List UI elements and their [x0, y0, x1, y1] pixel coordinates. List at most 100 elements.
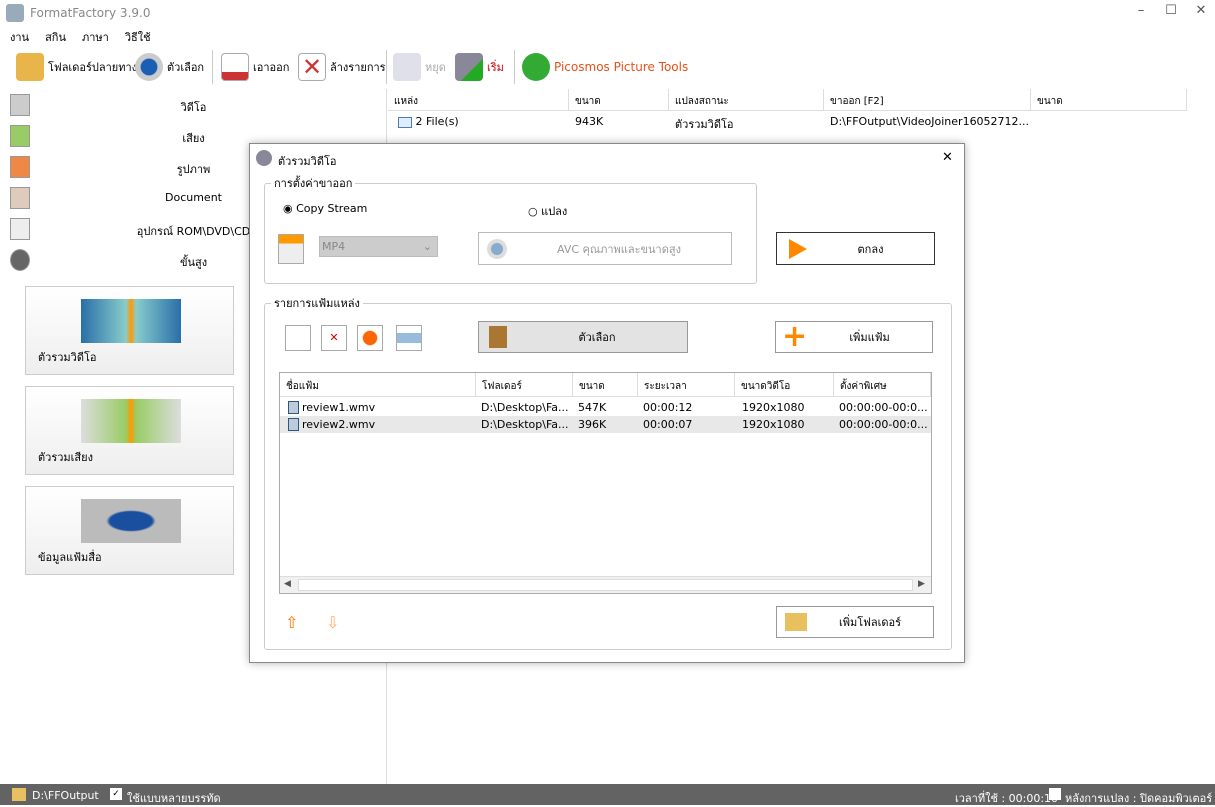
horizontal-scrollbar[interactable]: ◀ ▶ [280, 576, 931, 593]
cell-filename: review1.wmv [302, 401, 376, 414]
gear-icon [135, 53, 163, 81]
label: ตกลง [857, 242, 884, 256]
add-folder-icon [785, 613, 807, 631]
move-down-button[interactable]: ⇩ [326, 613, 339, 632]
label: Copy Stream [296, 202, 368, 215]
dialog-close-button[interactable]: ✕ [942, 150, 953, 165]
scroll-right-icon[interactable]: ▶ [918, 579, 925, 589]
toolbar: โฟลเดอร์ปลายทาง ตัวเลือก เอาออก ✕ ล้างราย… [0, 46, 1215, 88]
multithread-checkbox[interactable]: ✓ [110, 788, 122, 800]
label: ข้อมูลแฟ้มสื่อ [38, 551, 102, 564]
format-select[interactable]: MP4 ⌄ [319, 236, 438, 257]
file-row[interactable]: review1.wmv D:\Desktop\Fa... 547K 00:00:… [280, 399, 931, 416]
options-button[interactable]: ตัวเลือก [135, 50, 204, 84]
mp4-file-icon [278, 234, 304, 264]
info-button[interactable] [396, 325, 422, 351]
task-row[interactable]: 2 File(s) [392, 115, 459, 128]
cell-folder: D:\Desktop\Fa... [481, 418, 569, 431]
tile-audio-joiner[interactable]: ตัวรวมเสียง [25, 386, 234, 475]
col-size[interactable]: ขนาด [569, 89, 669, 111]
menu-language[interactable]: ภาษา [82, 28, 109, 46]
cell-special: 00:00:00-00:0... [839, 401, 928, 414]
cell-special: 00:00:00-00:0... [839, 418, 928, 431]
label: ตัวรวมวิดีโอ [38, 351, 97, 364]
video-joiner-dialog: ตัวรวมวิดีโอ ✕ การตั้งค่าขาออก ◉ Copy St… [249, 143, 965, 663]
app-title: FormatFactory 3.9.0 [30, 6, 151, 20]
minimize-button[interactable]: – [1126, 3, 1156, 23]
col-source[interactable]: แหล่ง [388, 89, 569, 111]
tile-media-info[interactable]: ข้อมูลแฟ้มสื่อ [25, 486, 234, 575]
format-value: MP4 [322, 240, 346, 253]
remove-file-button[interactable] [285, 325, 311, 351]
after-convert-label: หลังการแปลง : ปิดคอมพิวเตอร์ [1065, 792, 1213, 805]
col-filename[interactable]: ชื่อแฟ้ม [280, 373, 476, 397]
col-status[interactable]: แปลงสถานะ [669, 89, 824, 111]
stop-button[interactable]: หยุด [393, 50, 446, 84]
col-video-size[interactable]: ขนาดวิดีโอ [735, 373, 834, 397]
col-special[interactable]: ตั้งค่าพิเศษ [834, 373, 931, 397]
col-output[interactable]: ขาออก [F2] [824, 89, 1031, 111]
label: วิดีโอ [180, 101, 207, 114]
scroll-left-icon[interactable]: ◀ [284, 579, 291, 589]
col-size[interactable]: ขนาด [573, 373, 638, 397]
clear-list-button[interactable]: ✕ [321, 325, 347, 351]
picosmos-button[interactable]: Picosmos Picture Tools [522, 50, 688, 84]
maximize-button[interactable]: ☐ [1156, 3, 1186, 23]
label: เอาออก [253, 61, 290, 74]
col-output-size[interactable]: ขนาด [1031, 89, 1187, 111]
group-label: การตั้งค่าขาออก [274, 177, 353, 190]
file-row[interactable]: review2.wmv D:\Desktop\Fa... 396K 00:00:… [280, 416, 931, 433]
info-icon [81, 499, 181, 543]
plus-icon: + [782, 319, 808, 354]
separator [386, 50, 387, 84]
dialog-title: ตัวรวมวิดีโอ [278, 155, 337, 168]
output-folder-link[interactable]: D:\FFOutput [32, 789, 99, 802]
cell-size: 547K [578, 401, 607, 414]
cell-filename: review2.wmv [302, 418, 376, 431]
output-settings-group: การตั้งค่าขาออก [264, 174, 757, 284]
after-convert-checkbox[interactable] [1049, 788, 1061, 800]
profile-button[interactable]: AVC คุณภาพและขนาดสูง [478, 232, 732, 265]
status-bar: D:\FFOutput ✓ ใช้แบบหลายบรรทัด เวลาที่ใช… [0, 784, 1215, 805]
scrollbar-thumb[interactable] [298, 579, 913, 591]
copy-stream-radio[interactable]: ◉ Copy Stream [283, 202, 367, 215]
start-button[interactable]: เริ่ม [455, 50, 504, 84]
cell-size: 943K [575, 115, 604, 128]
ok-button[interactable]: ตกลง [776, 232, 935, 265]
category-video[interactable]: วิดีโอ [0, 89, 387, 120]
label: ตัวรวมเสียง [38, 451, 93, 464]
remove-file-icon [221, 53, 249, 81]
list-icon [398, 116, 412, 128]
clear-list-button[interactable]: ✕ ล้างรายการ [298, 50, 386, 84]
add-file-button[interactable]: + เพิ่มแฟ้ม [775, 321, 933, 353]
col-duration[interactable]: ระยะเวลา [638, 373, 735, 397]
move-up-button[interactable]: ⇧ [285, 613, 298, 632]
col-folder[interactable]: โฟลเดอร์ [476, 373, 573, 397]
label: เพิ่มโฟลเดอร์ [838, 616, 902, 629]
arrow-right-icon [789, 238, 807, 259]
cell-duration: 00:00:07 [643, 418, 693, 431]
folder-icon [16, 53, 44, 81]
close-button[interactable]: ✕ [1186, 3, 1215, 23]
group-label: รายการแฟ้มแหล่ง [274, 297, 360, 310]
tile-video-joiner[interactable]: ตัวรวมวิดีโอ [25, 286, 234, 375]
option-button[interactable]: ตัวเลือก [478, 321, 688, 353]
menu-skin[interactable]: สกิน [45, 28, 66, 46]
start-icon [455, 53, 483, 81]
remove-button[interactable]: เอาออก [221, 50, 289, 84]
play-button[interactable] [357, 325, 383, 351]
add-folder-button[interactable]: เพิ่มโฟลเดอร์ [776, 606, 934, 638]
cell-status: ตัวรวมวิดีโอ [675, 118, 734, 131]
convert-radio[interactable]: ○ แปลง [528, 202, 567, 220]
label: AVC คุณภาพและขนาดสูง [557, 242, 681, 256]
output-folder-button[interactable]: โฟลเดอร์ปลายทาง [16, 50, 137, 84]
cell-video-size: 1920x1080 [742, 401, 805, 414]
video-join-icon [81, 299, 181, 343]
menu-help[interactable]: วิธีใช้ [125, 28, 151, 46]
menu-task[interactable]: งาน [10, 28, 29, 46]
label: เริ่ม [487, 61, 504, 74]
label: ล้างรายการ [330, 61, 386, 74]
label: หยุด [425, 61, 446, 74]
label: Picosmos Picture Tools [554, 60, 689, 74]
clear-icon: ✕ [298, 53, 326, 81]
